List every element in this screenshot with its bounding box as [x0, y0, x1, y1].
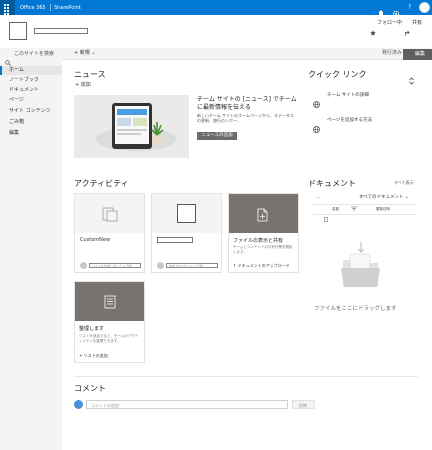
site-search-input[interactable]: このサイトを検索	[14, 51, 54, 58]
post-label: 投稿	[299, 403, 307, 408]
card-meta: リストを作成しました 1 日前	[89, 263, 141, 268]
documents-heading: ドキュメント	[308, 179, 356, 188]
comments-heading: コメント	[74, 384, 106, 393]
nav-item-home[interactable]: ホーム	[9, 67, 24, 74]
upload-document-link[interactable]: ↑ ドキュメントのアップロード	[233, 263, 290, 269]
gear-icon[interactable]	[392, 3, 400, 18]
comment-placeholder: コメントの追加	[91, 403, 119, 408]
activity-card-site[interactable]: 作成されたサイト 1 日前	[151, 193, 222, 273]
quicklink-add-page[interactable]: ページを追加する方法	[327, 118, 372, 124]
help-icon[interactable]: ?	[408, 4, 411, 11]
card-description: リストを追加すると、チームのアクティビティを整理できます。	[79, 334, 139, 343]
user-avatar[interactable]	[419, 2, 430, 13]
doc-divider	[313, 214, 416, 215]
search-icon	[5, 51, 11, 66]
list-document-icon	[104, 294, 116, 309]
news-headline[interactable]: チーム サイトの [ニュース] でチームに最新情報を伝える	[197, 96, 297, 112]
new-menu-button[interactable]: + 新規 ⌄	[74, 50, 96, 57]
current-user-avatar	[74, 400, 83, 409]
view-selector[interactable]: すべてのドキュメント ⌄	[359, 195, 409, 201]
section-divider	[74, 376, 418, 377]
card-meta-text: リストを作成しました 1 日前	[92, 264, 132, 268]
view-options-icon[interactable]	[351, 196, 357, 211]
empty-folder-illustration	[338, 240, 384, 290]
reorder-icon[interactable]	[409, 70, 414, 85]
news-add-label: 追加	[80, 82, 91, 88]
share-button[interactable]: 共有	[412, 20, 422, 27]
nav-item-documents[interactable]: ドキュメント	[9, 87, 39, 94]
nav-item-recycle-bin[interactable]: ごみ箱	[9, 119, 24, 126]
news-add-button[interactable]: + 追加	[75, 82, 91, 89]
news-body: 新しいチーム サイトのホームページから、ステータスの更新、旅行のレポー...	[197, 113, 294, 124]
nav-item-edit[interactable]: 編集	[9, 130, 19, 137]
publish-status: 発行済み	[382, 50, 403, 56]
card-title: 整理します	[79, 326, 105, 332]
news-heading: ニュース	[74, 70, 106, 79]
drop-zone-text: ファイルをここにドラッグします	[314, 306, 397, 312]
suite-divider	[50, 4, 51, 11]
follow-button[interactable]: フォロー中	[377, 20, 402, 27]
bell-icon[interactable]	[378, 3, 384, 18]
globe-icon	[313, 118, 320, 133]
left-navigation: このサイトを検索 ホーム ノートブック ドキュメント ページ サイト コンテンツ…	[0, 48, 62, 450]
globe-icon	[313, 93, 320, 108]
nav-item-notebook[interactable]: ノートブック	[9, 77, 39, 84]
new-label: 新規	[79, 50, 90, 56]
file-type-icon	[324, 207, 328, 222]
card-description: チームとコンテンツの共有作業を開始します。	[233, 245, 293, 254]
list-icon	[102, 206, 118, 222]
comment-input[interactable]: コメントの追加	[86, 400, 288, 409]
share-icon[interactable]	[405, 21, 411, 36]
avatar	[80, 262, 87, 269]
new-file-icon	[257, 207, 269, 222]
activity-card-organize[interactable]: 整理します リストを追加すると、チームのアクティビティを整理できます。 + リス…	[74, 281, 145, 363]
edit-label: 編集	[415, 51, 426, 57]
avatar	[157, 262, 164, 269]
command-bar: + 新規 ⌄ 発行済み	[62, 48, 432, 60]
news-hero-image	[74, 95, 189, 158]
star-icon[interactable]	[370, 21, 376, 36]
card-title: CustomNew	[80, 237, 111, 243]
nav-item-pages[interactable]: ページ	[9, 97, 24, 104]
column-modified[interactable]: 更新日時	[376, 207, 390, 212]
sharepoint-link[interactable]: SharePoint	[54, 5, 81, 11]
upload-label: ドキュメントのアップロード	[237, 263, 290, 268]
nav-item-site-contents[interactable]: サイト コンテンツ	[9, 108, 51, 115]
view-label: すべてのドキュメント	[359, 195, 404, 200]
add-list-link[interactable]: + リストの追加	[79, 353, 108, 359]
app-launcher-icon[interactable]	[0, 0, 15, 18]
see-all-link[interactable]: すべて表示	[394, 180, 414, 185]
card-title: ファイルの表示と共有	[233, 238, 284, 244]
activity-heading: アクティビティ	[74, 179, 129, 188]
column-name[interactable]: 名前	[332, 207, 339, 212]
card-title-redacted	[157, 237, 193, 243]
site-title-redacted[interactable]	[34, 28, 88, 34]
pencil-icon	[407, 51, 413, 66]
quicklink-team-site-details[interactable]: チーム サイトの詳細	[327, 93, 369, 99]
add-news-button[interactable]: ニュースの追加	[197, 132, 237, 140]
office365-link[interactable]: Office 365	[20, 5, 46, 11]
site-placeholder-icon	[177, 204, 196, 223]
activity-card-customnew[interactable]: CustomNew リストを作成しました 1 日前	[74, 193, 145, 273]
card-meta: 作成されたサイト 1 日前	[166, 263, 218, 268]
site-logo[interactable]	[9, 22, 27, 40]
card-meta-text: 作成されたサイト 1 日前	[169, 264, 203, 268]
quicklinks-heading: クイック リンク	[308, 70, 367, 79]
doc-divider	[313, 204, 416, 205]
suite-bar: Office 365 SharePoint ?	[0, 0, 432, 18]
post-button[interactable]: 投稿	[292, 400, 315, 409]
more-options-icon[interactable]: ···	[316, 195, 321, 202]
edit-page-button[interactable]: 編集	[403, 49, 432, 66]
activity-card-share-files[interactable]: ファイルの表示と共有 チームとコンテンツの共有作業を開始します。 ↑ ドキュメン…	[228, 193, 299, 273]
add-list-label: リストの追加	[83, 353, 108, 358]
